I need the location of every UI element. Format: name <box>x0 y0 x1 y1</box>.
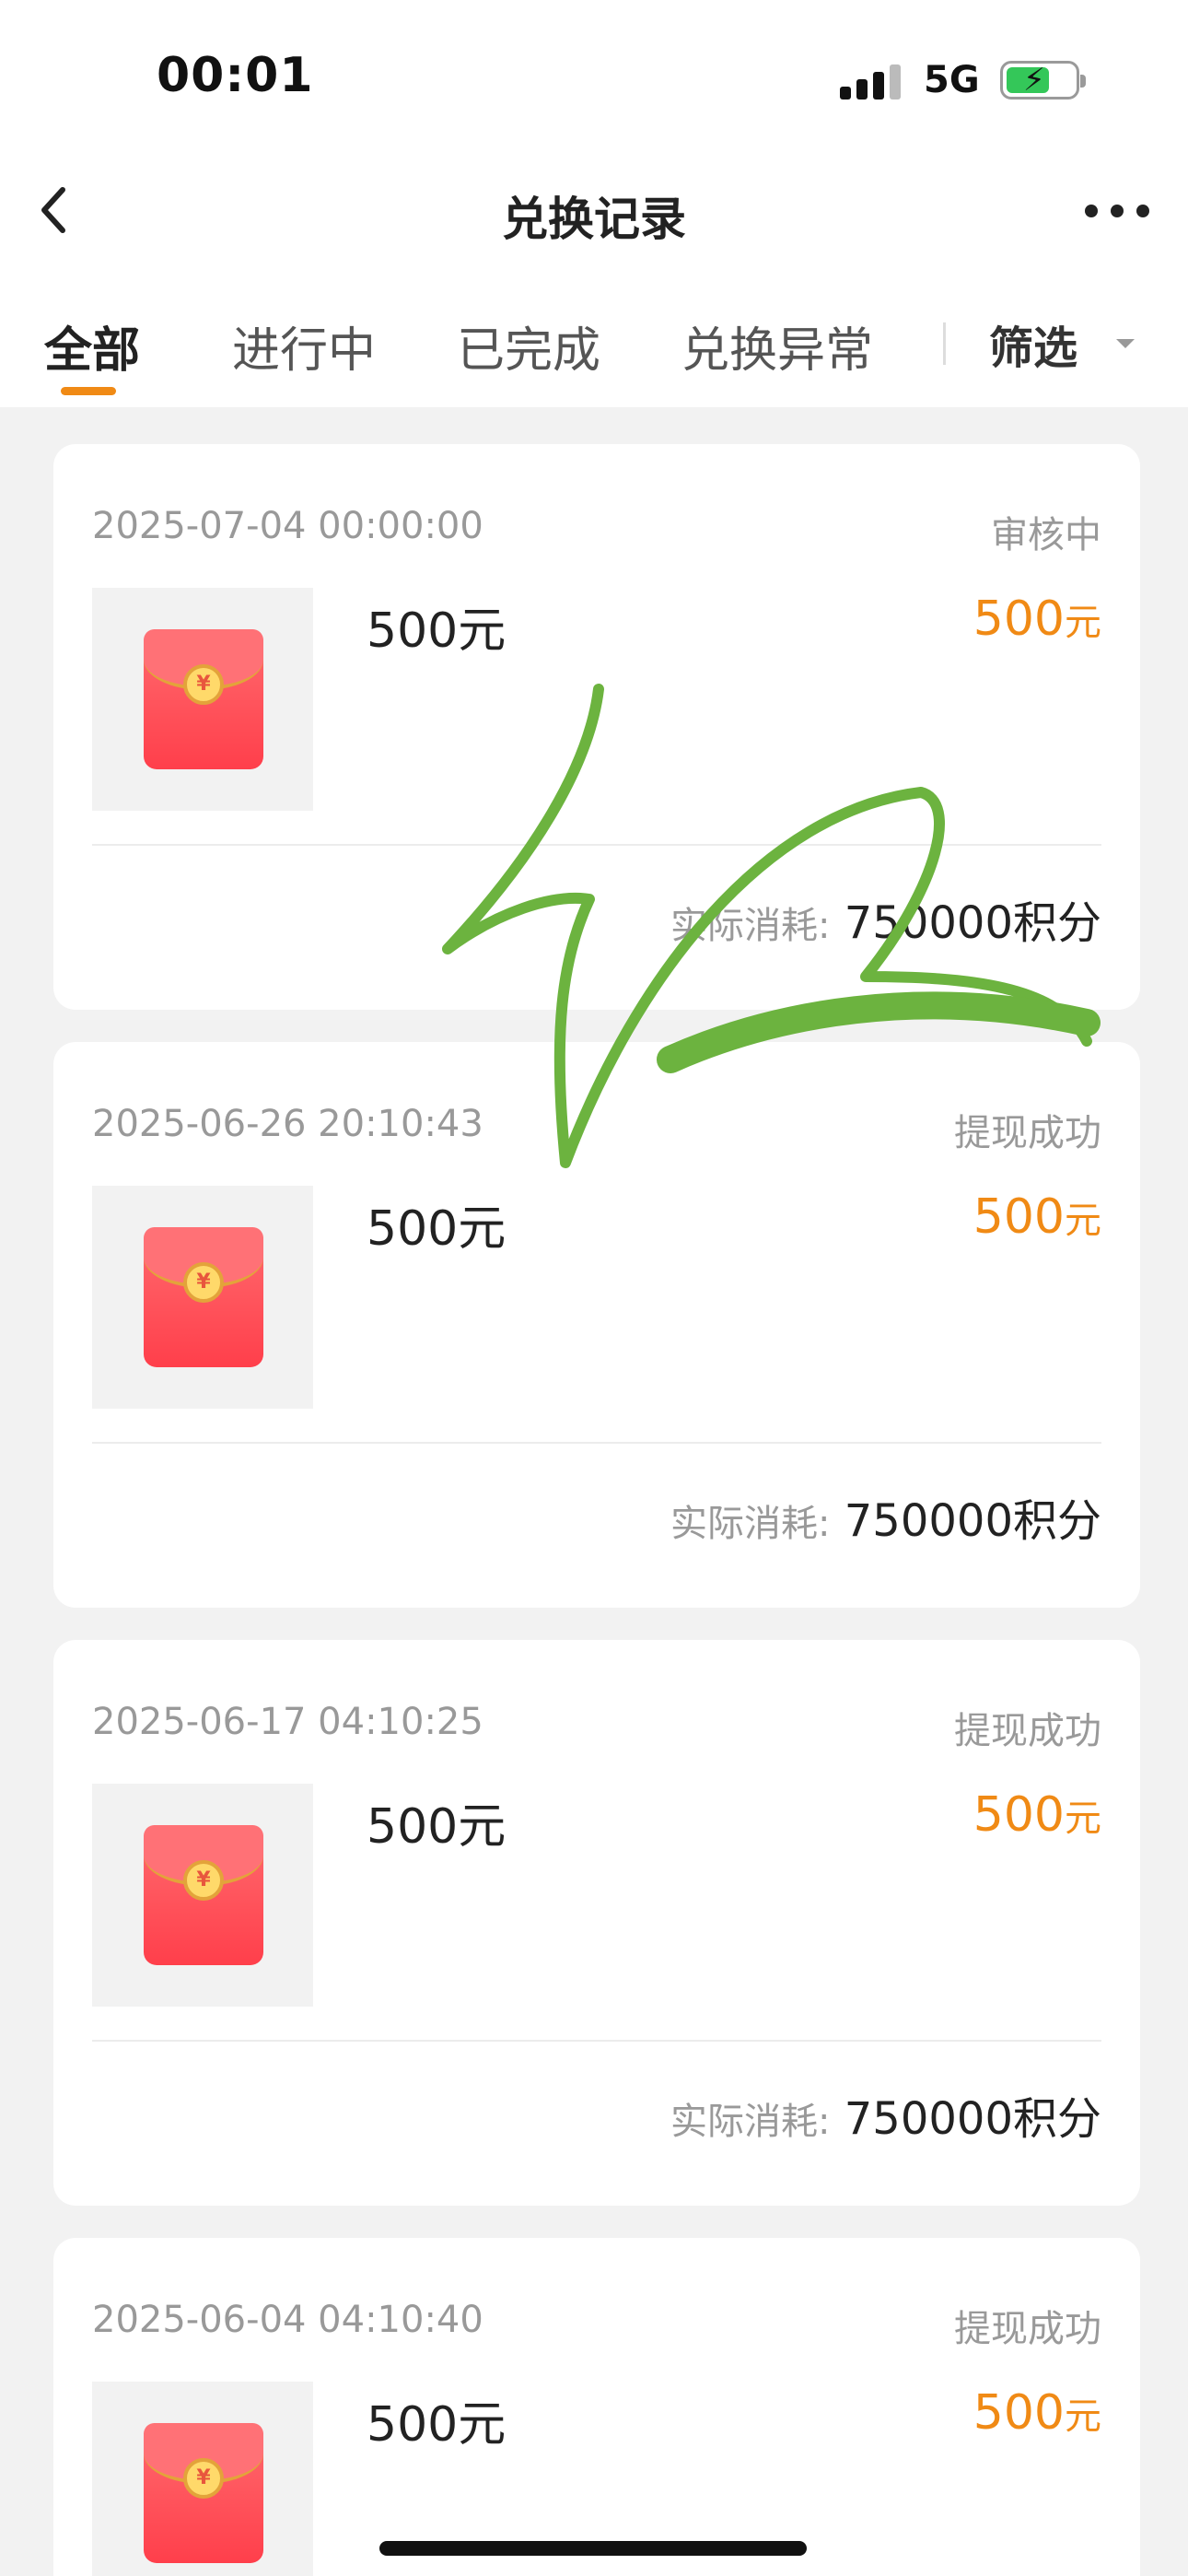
cost-label: 实际消耗: <box>670 2101 831 2143</box>
battery-charging-icon: ⚡ <box>1000 61 1086 100</box>
tab-in-progress[interactable]: 进行中 <box>232 311 376 381</box>
cost-label: 实际消耗: <box>670 1503 831 1545</box>
product-name: 500元 <box>367 2397 507 2453</box>
product-price: 500元 <box>973 591 1101 647</box>
filter-tabs: 全部 进行中 已完成 兑换异常 筛选 <box>0 269 1188 407</box>
divider <box>92 1442 1101 1444</box>
record-status: 提现成功 <box>954 1112 1101 1154</box>
price-unit: 元 <box>1065 1200 1101 1242</box>
filter-button[interactable]: 筛选 <box>989 311 1077 376</box>
record-date: 2025-06-04 04:10:40 <box>92 2299 483 2341</box>
exchange-record-card[interactable]: 2025-07-04 00:00:00 审核中 ¥ 500元 500元 实际消耗… <box>53 444 1140 1010</box>
record-status: 审核中 <box>991 514 1101 556</box>
actual-cost: 实际消耗: 750000积分 <box>670 1484 1101 1549</box>
exchange-record-card[interactable]: 2025-06-04 04:10:40 提现成功 ¥ 500元 500元 <box>53 2238 1140 2576</box>
product-name: 500元 <box>367 1201 507 1257</box>
product-thumbnail: ¥ <box>92 1784 313 2007</box>
cost-value: 750000积分 <box>844 2093 1101 2145</box>
home-indicator[interactable] <box>379 2541 807 2556</box>
record-status: 提现成功 <box>954 2308 1101 2350</box>
product-thumbnail: ¥ <box>92 588 313 811</box>
tab-completed[interactable]: 已完成 <box>457 311 600 381</box>
exchange-record-card[interactable]: 2025-06-17 04:10:25 提现成功 ¥ 500元 500元 实际消… <box>53 1640 1140 2206</box>
product-thumbnail: ¥ <box>92 1186 313 1409</box>
navigation-bar: 兑换记录 <box>0 157 1188 271</box>
active-tab-indicator <box>61 387 116 395</box>
record-status: 提现成功 <box>954 1710 1101 1752</box>
tab-divider <box>943 322 946 365</box>
actual-cost: 实际消耗: 750000积分 <box>670 886 1101 951</box>
product-price: 500元 <box>973 2385 1101 2441</box>
price-amount: 500 <box>973 591 1065 647</box>
cost-value: 750000积分 <box>844 897 1101 949</box>
record-date: 2025-07-04 00:00:00 <box>92 505 483 547</box>
divider <box>92 844 1101 846</box>
dropdown-arrow-icon[interactable] <box>1116 339 1135 348</box>
status-bar: 00:01 5G ⚡ <box>0 0 1188 157</box>
more-options-icon[interactable] <box>1085 205 1151 219</box>
product-price: 500元 <box>973 1787 1101 1843</box>
red-envelope-icon: ¥ <box>144 1825 263 1965</box>
tab-all[interactable]: 全部 <box>44 311 140 381</box>
record-date: 2025-06-17 04:10:25 <box>92 1701 483 1743</box>
product-price: 500元 <box>973 1189 1101 1245</box>
price-amount: 500 <box>973 1787 1065 1843</box>
price-unit: 元 <box>1065 1797 1101 1840</box>
product-thumbnail: ¥ <box>92 2382 313 2576</box>
price-unit: 元 <box>1065 2395 1101 2438</box>
actual-cost: 实际消耗: 750000积分 <box>670 2082 1101 2147</box>
product-name: 500元 <box>367 1799 507 1855</box>
price-amount: 500 <box>973 1189 1065 1245</box>
red-envelope-icon: ¥ <box>144 629 263 769</box>
page-title: 兑换记录 <box>502 193 686 246</box>
network-type: 5G <box>924 59 980 101</box>
cellular-signal-icon <box>840 63 904 100</box>
cost-value: 750000积分 <box>844 1495 1101 1547</box>
status-time: 00:01 <box>157 48 314 103</box>
price-unit: 元 <box>1065 602 1101 644</box>
red-envelope-icon: ¥ <box>144 2423 263 2563</box>
tab-exchange-error[interactable]: 兑换异常 <box>681 311 873 381</box>
price-amount: 500 <box>973 2385 1065 2441</box>
red-envelope-icon: ¥ <box>144 1227 263 1367</box>
record-date: 2025-06-26 20:10:43 <box>92 1103 483 1145</box>
divider <box>92 2040 1101 2042</box>
product-name: 500元 <box>367 603 507 659</box>
exchange-record-card[interactable]: 2025-06-26 20:10:43 提现成功 ¥ 500元 500元 实际消… <box>53 1042 1140 1608</box>
cost-label: 实际消耗: <box>670 905 831 947</box>
